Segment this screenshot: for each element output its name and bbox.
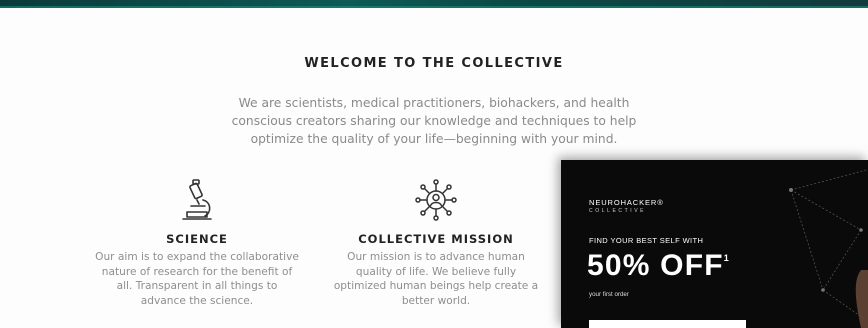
text-line: better world. <box>401 294 471 307</box>
promo-subline: your first order <box>589 291 629 298</box>
mission-heading: COLLECTIVE MISSION <box>358 232 514 246</box>
brand-logo: NEUROHACKER® <box>589 198 664 207</box>
intro-line: conscious creators sharing our knowledge… <box>231 114 637 128</box>
microscope-icon <box>82 178 312 226</box>
text-line: Our mission is to advance human <box>347 251 525 263</box>
intro-line: We are scientists, medical practitioners… <box>238 96 630 110</box>
brand-subtitle: COLLECTIVE <box>589 208 647 214</box>
footnote-marker: 1 <box>723 253 730 263</box>
discount-popup[interactable]: NEUROHACKER® COLLECTIVE FIND YOUR BEST S… <box>561 160 868 328</box>
top-banner-strip <box>0 0 868 8</box>
text-line: optimized human beings help create a <box>333 280 539 293</box>
science-text: Our aim is to expand the collaborative n… <box>82 250 312 308</box>
brand-name: NEUROHACKER <box>589 198 658 207</box>
discount-amount: 50% OFF <box>587 249 724 282</box>
email-input[interactable] <box>589 320 746 328</box>
text-line: Our aim is to expand the collaborative <box>95 251 299 263</box>
science-heading: SCIENCE <box>166 232 228 246</box>
section-intro: We are scientists, medical practitioners… <box>224 94 644 148</box>
text-line: advance the science. <box>140 294 254 307</box>
text-line: quality of life. We believe fully <box>355 265 517 278</box>
text-line: nature of research for the benefit of <box>101 265 293 278</box>
text-line: all. Transparent in all things to <box>116 280 278 293</box>
mission-text: Our mission is to advance human quality … <box>321 250 551 308</box>
collective-network-icon <box>321 178 551 226</box>
science-column: SCIENCE Our aim is to expand the collabo… <box>82 178 312 308</box>
brand-mark: ® <box>657 198 664 207</box>
promo-kicker: FIND YOUR BEST SELF WITH <box>589 236 704 245</box>
intro-line: optimize the quality of your life—beginn… <box>250 132 618 146</box>
mission-column: COLLECTIVE MISSION Our mission is to adv… <box>321 178 551 308</box>
promo-headline: 50% OFF1 <box>587 249 730 283</box>
section-title: WELCOME TO THE COLLECTIVE <box>304 56 564 71</box>
